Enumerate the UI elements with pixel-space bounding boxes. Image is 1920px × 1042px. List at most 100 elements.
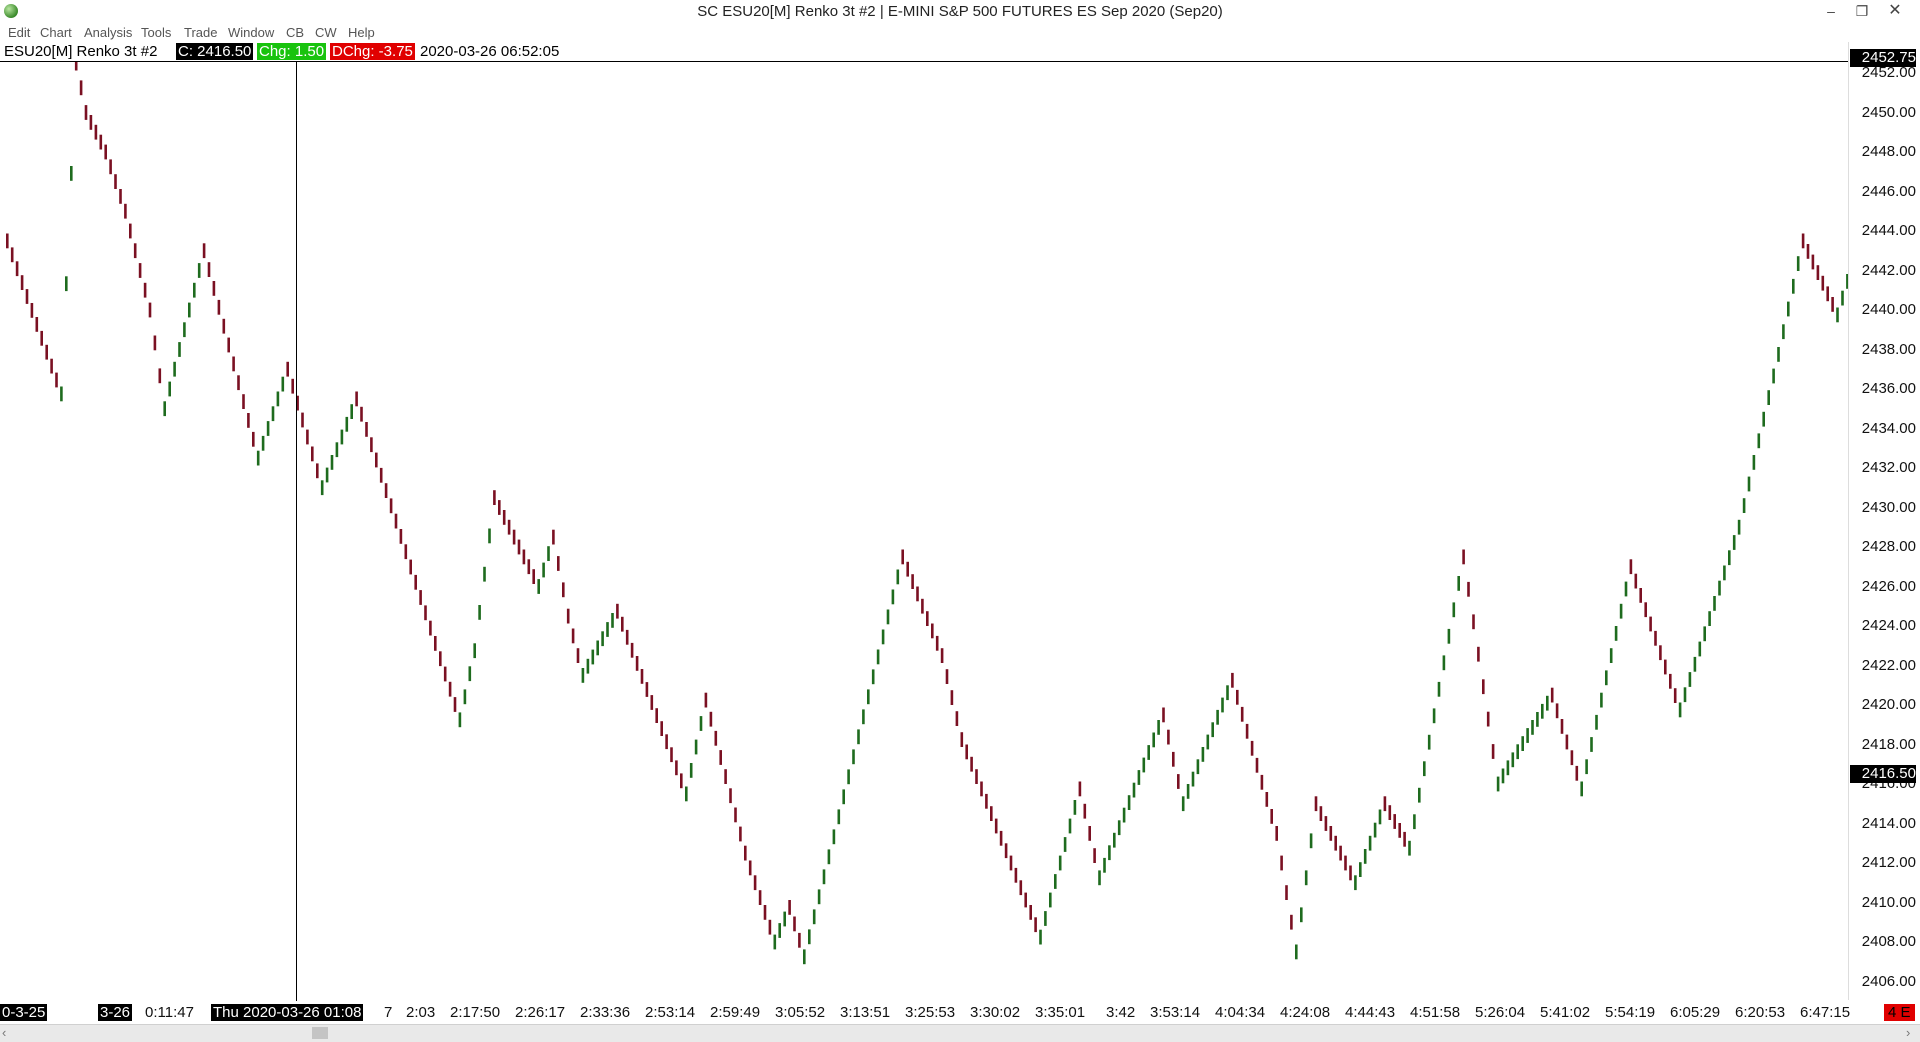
time-tick-label: 5:26:04 xyxy=(1475,1004,1526,1021)
time-tick-label: 2:17:50 xyxy=(450,1004,501,1021)
renko-brick-up xyxy=(1757,433,1761,449)
renko-brick-down xyxy=(434,636,437,651)
renko-brick-up xyxy=(1767,390,1770,405)
renko-brick-up xyxy=(699,716,703,731)
renko-brick-up xyxy=(1108,845,1111,861)
renko-brick-down xyxy=(1088,826,1091,841)
renko-brick-up xyxy=(1737,519,1741,535)
menu-help[interactable]: Help xyxy=(348,25,375,40)
change-badge: Chg: 1.50 xyxy=(257,43,327,60)
price-tick-label: 2432.00 xyxy=(1861,459,1916,476)
time-axis[interactable]: 4 E 0-3-25 3-26 0:11:47 Thu 2020-03-26 01:0… xyxy=(0,1001,1920,1023)
renko-brick-up xyxy=(1609,648,1613,663)
scroll-left-arrow-icon[interactable]: ‹ xyxy=(2,1025,6,1040)
renko-brick-down xyxy=(1334,835,1337,851)
renko-brick-up xyxy=(1368,835,1372,851)
renko-brick-up xyxy=(1117,820,1121,836)
minimize-button[interactable]: – xyxy=(1816,1,1846,21)
renko-brick-down xyxy=(1314,796,1318,812)
renko-brick-down xyxy=(1019,880,1023,896)
last-time-badge: 4 E xyxy=(1884,1004,1915,1021)
renko-brick-up xyxy=(1427,734,1431,750)
renko-brick-down xyxy=(129,223,132,239)
renko-brick-down xyxy=(1560,719,1564,734)
renko-brick-up xyxy=(847,769,850,785)
renko-brick-up xyxy=(330,455,334,470)
time-tick-highlight: 3-26 xyxy=(98,1004,133,1021)
renko-brick-down xyxy=(404,544,408,560)
menu-window[interactable]: Window xyxy=(228,25,274,40)
renko-brick-down xyxy=(25,289,29,304)
renko-brick-down xyxy=(1462,549,1465,565)
renko-brick-down xyxy=(379,467,383,483)
time-tick-label: 6:20:53 xyxy=(1735,1004,1786,1021)
renko-brick-down xyxy=(153,335,157,351)
renko-brick-down xyxy=(1482,679,1485,695)
renko-brick-down xyxy=(232,356,235,372)
renko-brick-down xyxy=(758,890,762,905)
renko-brick-down xyxy=(788,900,791,915)
renko-brick-up xyxy=(1378,809,1382,825)
renko-brick-down xyxy=(375,452,378,468)
renko-brick-down xyxy=(370,437,373,453)
renko-brick-up xyxy=(1796,256,1800,271)
menu-analysis[interactable]: Analysis xyxy=(84,25,132,40)
renko-brick-down xyxy=(1004,843,1008,859)
window-title: SC ESU20[M] Renko 3t #2 | E-MINI S&P 500… xyxy=(697,3,1223,20)
renko-brick-up xyxy=(271,406,275,422)
renko-brick-up xyxy=(862,709,865,725)
renko-brick-down xyxy=(566,608,570,624)
price-tick-label: 2446.00 xyxy=(1861,182,1916,200)
renko-chart[interactable] xyxy=(0,62,1848,1002)
restore-button[interactable]: ❐ xyxy=(1847,1,1877,21)
time-tick-label: 2:26:17 xyxy=(515,1004,566,1021)
close-button[interactable]: ✕ xyxy=(1880,1,1910,21)
renko-brick-down xyxy=(1167,729,1170,745)
renko-brick-down xyxy=(30,303,34,318)
renko-brick-down xyxy=(143,282,147,298)
renko-brick-up xyxy=(1452,602,1456,618)
menu-chart[interactable]: Chart xyxy=(40,25,72,40)
renko-brick-up xyxy=(1501,768,1505,784)
renko-brick-up xyxy=(183,322,186,338)
menu-edit[interactable]: Edit xyxy=(8,25,30,40)
menu-cb[interactable]: CB xyxy=(286,25,304,40)
renko-brick-down xyxy=(975,769,978,784)
renko-brick-up xyxy=(1585,759,1588,775)
renko-brick-up xyxy=(1373,822,1377,838)
scroll-right-arrow-icon[interactable]: › xyxy=(1906,1025,1910,1040)
renko-brick-down xyxy=(512,529,516,545)
renko-brick-down xyxy=(222,318,226,334)
scroll-thumb[interactable] xyxy=(312,1027,328,1039)
renko-brick-down xyxy=(517,539,521,555)
renko-brick-down xyxy=(1250,740,1254,756)
renko-brick-down xyxy=(557,556,560,571)
renko-brick-down xyxy=(734,807,737,823)
renko-brick-down xyxy=(50,358,53,374)
renko-brick-up xyxy=(1841,290,1844,306)
horizontal-scrollbar[interactable]: ‹ › xyxy=(0,1024,1920,1042)
time-tick-label: 3:05:52 xyxy=(775,1004,826,1021)
renko-brick-down xyxy=(940,648,944,663)
renko-brick-up xyxy=(1511,752,1515,768)
time-tick-label: 7 xyxy=(384,1004,393,1021)
renko-brick-up xyxy=(852,749,855,765)
renko-brick-down xyxy=(724,769,727,784)
renko-brick-down xyxy=(911,574,914,589)
renko-brick-down xyxy=(931,623,934,639)
menu-trade[interactable]: Trade xyxy=(184,25,217,40)
menu-cw[interactable]: CW xyxy=(315,25,337,40)
time-tick-label: 5:54:19 xyxy=(1605,1004,1656,1021)
renko-brick-down xyxy=(114,174,117,189)
renko-brick-down xyxy=(1245,723,1249,739)
renko-brick-down xyxy=(89,115,93,130)
menu-tools[interactable]: Tools xyxy=(141,25,171,40)
renko-brick-down xyxy=(576,648,580,663)
renko-brick-down xyxy=(1831,297,1834,312)
renko-brick-down xyxy=(906,561,909,577)
renko-brick-up xyxy=(1447,628,1451,644)
price-tick-label: 2444.00 xyxy=(1861,222,1916,239)
renko-brick-up xyxy=(173,361,176,377)
renko-brick-down xyxy=(1275,826,1278,841)
renko-brick-down xyxy=(148,302,152,318)
